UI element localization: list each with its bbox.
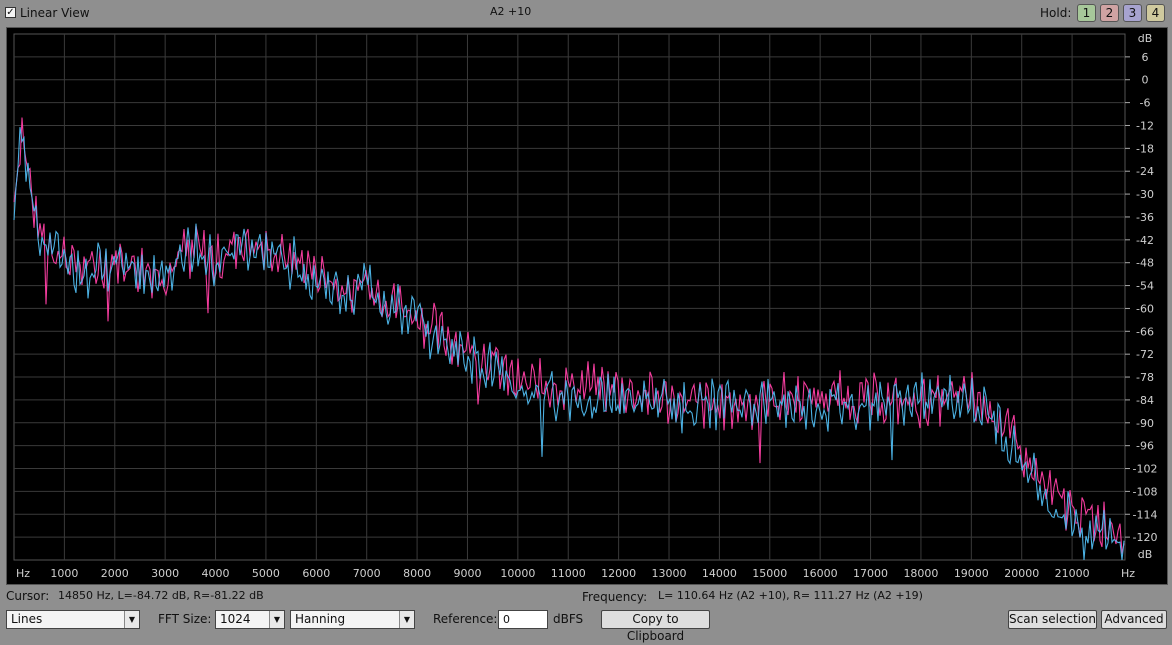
reference-unit: dBFS [553,612,584,626]
y-tick-label: -120 [1133,531,1158,544]
y-unit-label-bottom: dB [1138,548,1153,561]
y-ticks: 6 0 -6 -12 -18 -24 -30 -36 -42 -48 -54 -60 -66 -72 -78… [1133,32,1158,561]
x-tick-label: 5000 [252,567,280,580]
y-tick-label: -24 [1136,165,1154,178]
y-tick-label: -66 [1136,325,1154,338]
y-tick-label: -42 [1136,234,1154,247]
x-ticks: 1000 2000 3000 4000 5000 6000 7000 8000 9000 1000… [16,567,1135,580]
x-tick-label: 2000 [101,567,129,580]
hold-button-3[interactable]: 3 [1123,4,1142,22]
mode-select[interactable]: Lines ▼ [6,610,140,629]
fft-size-select[interactable]: 1024 ▼ [215,610,285,629]
x-tick-label: 19000 [954,567,989,580]
y-tick-label: -78 [1136,371,1154,384]
y-tick-label: -30 [1136,188,1154,201]
frequency-value: L= 110.64 Hz (A2 +10), R= 111.27 Hz (A2 … [658,589,923,602]
y-tick-label: -54 [1136,280,1154,293]
x-tick-label: 6000 [302,567,330,580]
fft-size-value: 1024 [220,612,251,626]
x-tick-label: 14000 [702,567,737,580]
y-tick-label: -84 [1136,394,1154,407]
y-unit-label-top: dB [1138,32,1153,45]
x-unit-label-right: Hz [1121,567,1135,580]
x-tick-label: 9000 [453,567,481,580]
y-tick-label: -36 [1136,211,1154,224]
x-tick-label: 16000 [803,567,838,580]
x-tick-label: 8000 [403,567,431,580]
reference-input[interactable]: 0 [498,610,548,629]
y-tick-label: -18 [1136,142,1154,155]
cursor-value: 14850 Hz, L=-84.72 dB, R=-81.22 dB [58,589,264,602]
x-tick-label: 3000 [151,567,179,580]
x-tick-label: 7000 [353,567,381,580]
plot-frame [13,33,1126,561]
top-bar: ✓ Linear View A2 +10 Hold: 1 2 3 4 [0,0,1172,26]
y-tick-label: -96 [1136,440,1154,453]
spectrum-line-right [13,127,1125,561]
y-tick-label: -6 [1140,97,1151,110]
x-tick-label: 17000 [853,567,888,580]
x-tick-label: 11000 [551,567,586,580]
copy-to-clipboard-button[interactable]: Copy to Clipboard [601,610,710,643]
spectrum-plot[interactable]: 6 0 -6 -12 -18 -24 -30 -36 -42 -48 -54 -60 -66 -72 -78… [6,27,1168,585]
x-tick-label: 10000 [500,567,535,580]
hold-label: Hold: [1040,6,1072,20]
y-tick-label: -72 [1136,348,1154,361]
y-tick-label: -60 [1136,302,1154,315]
x-tick-label: 4000 [202,567,230,580]
x-unit-label-left: Hz [16,567,30,580]
x-tick-label: 15000 [752,567,787,580]
y-tick-label: -114 [1133,508,1158,521]
y-tick-label: -48 [1136,257,1154,270]
x-tick-label: 20000 [1004,567,1039,580]
y-tick-label: -108 [1133,485,1158,498]
series-group [13,117,1125,561]
y-tick-label: 0 [1142,74,1149,87]
note-title: A2 +10 [490,5,532,18]
window-select-value: Hanning [295,612,346,626]
mode-select-value: Lines [11,612,43,626]
window-select[interactable]: Hanning ▼ [290,610,415,629]
reference-label: Reference: [433,612,498,626]
linear-view-checkbox[interactable]: ✓ [5,7,16,18]
spectrum-chart[interactable]: 6 0 -6 -12 -18 -24 -30 -36 -42 -48 -54 -60 -66 -72 -78… [7,28,1167,584]
x-tick-label: 12000 [601,567,636,580]
chevron-down-icon: ▼ [269,611,284,628]
hold-button-2[interactable]: 2 [1100,4,1119,22]
x-tick-label: 1000 [50,567,78,580]
x-tick-label: 21000 [1055,567,1090,580]
hold-button-1[interactable]: 1 [1077,4,1096,22]
chevron-down-icon: ▼ [124,611,139,628]
y-tick-label: 6 [1142,51,1149,64]
grid [13,33,1130,561]
x-tick-label: 18000 [903,567,938,580]
linear-view-label[interactable]: Linear View [20,6,90,20]
scan-selection-button[interactable]: Scan selection [1008,610,1097,629]
hold-button-4[interactable]: 4 [1146,4,1165,22]
chevron-down-icon: ▼ [399,611,414,628]
y-tick-label: -12 [1136,119,1154,132]
spectrum-line-left [13,117,1125,554]
y-tick-label: -90 [1136,417,1154,430]
cursor-label: Cursor: [6,589,50,603]
frequency-label: Frequency: [582,590,648,604]
y-tick-label: -102 [1133,463,1158,476]
x-tick-label: 13000 [652,567,687,580]
advanced-button[interactable]: Advanced [1101,610,1167,629]
fft-size-label: FFT Size: [158,612,212,626]
